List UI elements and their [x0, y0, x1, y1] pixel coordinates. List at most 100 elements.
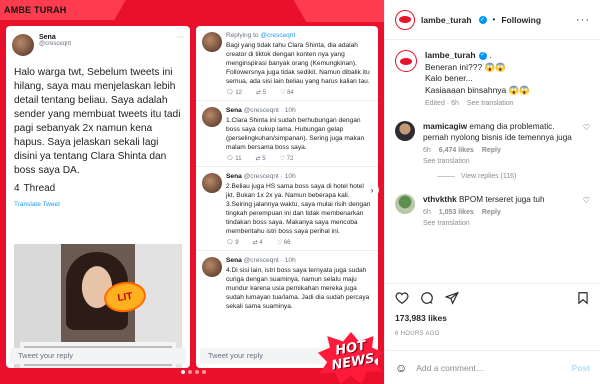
reply-button[interactable]: Reply: [482, 147, 501, 154]
see-translation-link[interactable]: See translation: [423, 220, 557, 227]
tweet-avatar: [202, 107, 222, 127]
retweet-count: ⇄ 5: [255, 156, 266, 162]
thread-tweet: Sena @cresceqnt · 10h 4.Di sisi lain, is…: [196, 251, 378, 311]
thread-tweet: Replying to @cresceqnt Bagi yang tidak t…: [196, 26, 378, 101]
tweet-avatar: [12, 34, 34, 56]
thread-tweet-text: 2.Beliau juga HS sama boss saya di hotel…: [226, 183, 371, 235]
comment-time: 6h: [423, 209, 431, 216]
thread-card: Replying to @cresceqnt Bagi yang tidak t…: [196, 26, 378, 368]
like-heart-icon[interactable]: [395, 291, 409, 305]
tweet-reply-input: Tweet your reply: [10, 348, 186, 364]
thread-tweet-text: 1.Clara Shinta ini sudah berhubungan den…: [226, 117, 365, 151]
carousel-dot: [181, 370, 185, 374]
carousel-dots: [181, 370, 206, 374]
thread-tweet-header: Sena @cresceqnt · 10h: [226, 257, 296, 264]
caption-avatar[interactable]: [395, 50, 417, 72]
carousel-dot: [188, 370, 192, 374]
main-tweet-card: Sena @cresceqnt ··· Halo warga twt, Sebe…: [6, 26, 190, 368]
commenter-username[interactable]: vthvkthk: [423, 195, 457, 204]
commenter-username[interactable]: mamicagiw: [423, 122, 467, 131]
post-timestamp: 6 HOURS AGO: [395, 331, 440, 337]
tweet-author-handle: @cresceqnt: [39, 41, 72, 47]
following-button[interactable]: Following: [501, 15, 541, 25]
tweet-body: Halo warga twt, Sebelum tweets ini hilan…: [14, 67, 181, 176]
tweet-avatar: [202, 257, 222, 277]
profile-avatar[interactable]: [395, 9, 415, 30]
view-replies-button[interactable]: View replies (116): [385, 165, 600, 180]
caption-meta: Edited · 6h See translation: [425, 100, 530, 107]
thread-tweet: Sena @cresceqnt · 10h 2.Beliau juga HS s…: [196, 167, 378, 251]
replying-to: Replying to @cresceqnt: [226, 32, 296, 39]
thread-number: 4: [14, 183, 20, 194]
like-count: ♡ 66: [276, 240, 291, 246]
post-actions-bar: [385, 283, 600, 311]
tweet-avatar: [202, 32, 222, 52]
more-icon: ···: [177, 34, 184, 41]
more-options-icon[interactable]: ···: [576, 14, 590, 26]
caption-dot: .: [489, 50, 492, 60]
retweet-count: ⇄ 4: [252, 240, 263, 246]
comments-section[interactable]: lambe_turah ✓ . Beneran ini??? 😱😱 Kalo b…: [385, 41, 600, 279]
post-comment-button[interactable]: Post: [572, 363, 590, 373]
translate-tweet-link: Translate Tweet: [14, 201, 60, 208]
thread-indicator: 4 Thread: [6, 178, 190, 199]
carousel-dot: [195, 370, 199, 374]
like-count: ♡ 72: [279, 156, 294, 162]
add-comment-bar: ☺ Post: [385, 350, 600, 384]
comment-likes[interactable]: 1,053 likes: [439, 209, 474, 216]
reply-count: 🗨 12: [226, 90, 242, 96]
commenter-avatar[interactable]: [395, 194, 415, 214]
share-icon[interactable]: [445, 291, 459, 305]
comment-meta: 6h 1,053 likes Reply: [423, 209, 557, 216]
thread-tweet-text: Bagi yang tidak tahu Clara Shinta, dia a…: [226, 42, 370, 85]
brand-logo: AMBE TURAH: [4, 5, 67, 15]
comment-item: mamicagiw emang dia problematic. pernah …: [385, 107, 600, 165]
see-translation-link[interactable]: See translation: [423, 158, 590, 165]
caption-text: lambe_turah ✓ . Beneran ini??? 😱😱 Kalo b…: [425, 50, 530, 95]
verified-badge-icon: ✓: [478, 51, 487, 60]
tweet-actions: 🗨 12 ⇄ 5 ♡ 84: [196, 86, 378, 100]
comment-time: 6h: [423, 147, 431, 154]
thread-label: Thread: [23, 183, 56, 194]
likes-count[interactable]: 173,983 likes: [395, 313, 447, 323]
tweet-avatar: [202, 173, 222, 193]
post-image[interactable]: AMBE TURAH Sena @cresceqnt ··· Halo warg…: [0, 0, 384, 384]
verified-badge-icon: ✓: [478, 15, 487, 24]
tweet-actions: 🗨 11 ⇄ 5 ♡ 72: [196, 152, 378, 166]
commenter-avatar[interactable]: [395, 121, 415, 141]
tweet-actions: 🗨 9 ⇄ 4 ♡ 66: [196, 236, 378, 250]
profile-username[interactable]: lambe_turah: [421, 15, 472, 25]
retweet-count: ⇄ 5: [255, 90, 267, 96]
like-comment-heart-icon[interactable]: ♡: [583, 123, 590, 132]
thread-tweet: Sena @cresceqnt · 10h 1.Clara Shinta ini…: [196, 101, 378, 167]
comment-meta: 6h 6,474 likes Reply: [423, 147, 590, 154]
add-comment-input[interactable]: [416, 362, 563, 373]
like-count: ♡ 84: [280, 90, 294, 96]
reply-count: 🗨 11: [226, 156, 242, 162]
separator-dot: •: [492, 15, 496, 24]
see-translation-link[interactable]: See translation: [467, 100, 514, 107]
reply-count: 🗨 9: [226, 240, 239, 246]
comment-item: vthvkthk BPOM terseret juga tuh 6h 1,053…: [385, 180, 600, 227]
tweet-author-name: Sena: [39, 34, 56, 41]
post-header: lambe_turah ✓ • Following ···: [385, 0, 600, 40]
carousel-dot: [202, 370, 206, 374]
emoji-smiley-icon[interactable]: ☺: [395, 361, 407, 375]
post-details-panel: lambe_turah ✓ • Following ··· lambe_tura…: [384, 0, 600, 384]
post-caption: lambe_turah ✓ . Beneran ini??? 😱😱 Kalo b…: [385, 41, 600, 107]
comment-likes[interactable]: 6,474 likes: [439, 147, 474, 154]
edited-time: Edited · 6h: [425, 100, 459, 107]
like-comment-heart-icon[interactable]: ♡: [583, 196, 590, 205]
comment-text: mamicagiw emang dia problematic. pernah …: [423, 122, 572, 142]
comment-text: vthvkthk BPOM terseret juga tuh: [423, 195, 545, 204]
decorative-stripe: [293, 0, 384, 22]
comment-bubble-icon[interactable]: [420, 291, 434, 305]
thread-tweet-header: Sena @cresceqnt · 10h: [226, 173, 296, 180]
carousel-next-arrow-icon[interactable]: ›: [365, 183, 379, 197]
thread-tweet-header: Sena @cresceqnt · 10h: [226, 107, 296, 114]
thread-tweet-text: 4.Di sisi lain, istri boss saya ternyata…: [226, 267, 370, 310]
reply-button[interactable]: Reply: [482, 209, 501, 216]
bookmark-icon[interactable]: [576, 291, 590, 305]
hot-news-badge: HOT NEWS: [318, 332, 384, 384]
caption-username[interactable]: lambe_turah: [425, 50, 476, 60]
